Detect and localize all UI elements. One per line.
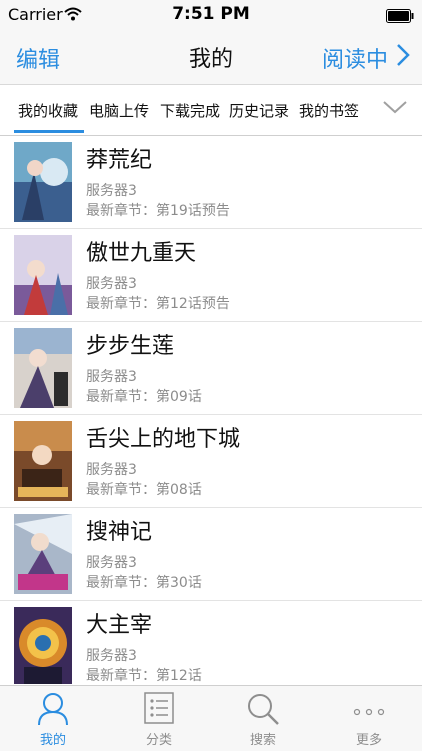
chevron-down-icon[interactable] <box>382 99 408 119</box>
list-item[interactable]: 大主宰 服务器3 最新章节：第12话 <box>0 601 422 684</box>
latest-chapter: 最新章节：第12话 <box>86 668 202 684</box>
server-label: 服务器3 <box>86 183 137 199</box>
tab-category[interactable]: 分类 <box>106 686 212 751</box>
clock: 7:51 PM <box>172 4 250 24</box>
latest-chapter: 最新章节：第19话预告 <box>86 203 230 219</box>
latest-chapter: 最新章节：第12话预告 <box>86 296 230 312</box>
comic-title: 舌尖上的地下城 <box>86 427 241 452</box>
list-item[interactable]: 傲世九重天 服务器3 最新章节：第12话预告 <box>0 229 422 322</box>
reading-button[interactable]: 阅读中 <box>322 42 410 74</box>
list-item[interactable]: 舌尖上的地下城 服务器3 最新章节：第08话 <box>0 415 422 508</box>
server-label: 服务器3 <box>86 276 137 292</box>
tab-label: 我的 <box>39 733 66 748</box>
comic-title: 大主宰 <box>86 613 153 638</box>
more-icon <box>352 692 386 730</box>
person-icon <box>37 692 69 730</box>
cover-image <box>14 514 72 594</box>
tab-mine[interactable]: 我的 <box>0 686 106 751</box>
tab-history[interactable]: 历史记录 <box>229 100 289 121</box>
tab-label: 更多 <box>355 733 382 748</box>
tab-search[interactable]: 搜索 <box>210 686 316 751</box>
server-label: 服务器3 <box>86 555 137 571</box>
tab-favorites[interactable]: 我的收藏 <box>18 100 78 121</box>
comic-list: 莽荒纪 服务器3 最新章节：第19话预告 傲世九重天 服务器3 最新章节：第12… <box>0 136 422 684</box>
comic-title: 傲世九重天 <box>86 241 197 266</box>
active-tab-indicator <box>14 130 84 133</box>
tab-pc-upload[interactable]: 电脑上传 <box>89 100 149 121</box>
cover-image <box>14 421 72 501</box>
navigation-bar: 编辑 我的 阅读中 <box>0 30 422 85</box>
list-item[interactable]: 搜神记 服务器3 最新章节：第30话 <box>0 508 422 601</box>
cover-image <box>14 328 72 408</box>
chevron-right-icon <box>396 43 410 73</box>
tab-more[interactable]: 更多 <box>316 686 422 751</box>
server-label: 服务器3 <box>86 462 137 478</box>
edit-button[interactable]: 编辑 <box>16 42 60 74</box>
latest-chapter: 最新章节：第08话 <box>86 482 202 498</box>
list-item[interactable]: 步步生莲 服务器3 最新章节：第09话 <box>0 322 422 415</box>
list-icon <box>144 692 174 728</box>
tab-downloaded[interactable]: 下载完成 <box>160 100 220 121</box>
bottom-tab-bar: 我的 分类 搜索 更多 <box>0 685 422 751</box>
status-bar: Carrier 7:51 PM <box>0 0 422 30</box>
list-item[interactable]: 莽荒纪 服务器3 最新章节：第19话预告 <box>0 136 422 229</box>
cover-image <box>14 142 72 222</box>
server-label: 服务器3 <box>86 369 137 385</box>
category-tabs: 我的收藏 电脑上传 下载完成 历史记录 我的书签 <box>0 85 422 136</box>
tab-label: 分类 <box>145 733 172 748</box>
comic-title: 步步生莲 <box>86 334 175 359</box>
latest-chapter: 最新章节：第09话 <box>86 389 202 405</box>
reading-button-label: 阅读中 <box>321 48 388 73</box>
comic-title: 莽荒纪 <box>86 148 153 173</box>
tab-bookmarks[interactable]: 我的书签 <box>299 100 359 121</box>
cover-image <box>14 607 72 684</box>
battery-icon <box>386 8 414 23</box>
search-icon <box>246 692 280 730</box>
server-label: 服务器3 <box>86 648 137 664</box>
cover-image <box>14 235 72 315</box>
latest-chapter: 最新章节：第30话 <box>86 575 202 591</box>
comic-title: 搜神记 <box>86 520 153 545</box>
tab-label: 搜索 <box>249 733 276 748</box>
